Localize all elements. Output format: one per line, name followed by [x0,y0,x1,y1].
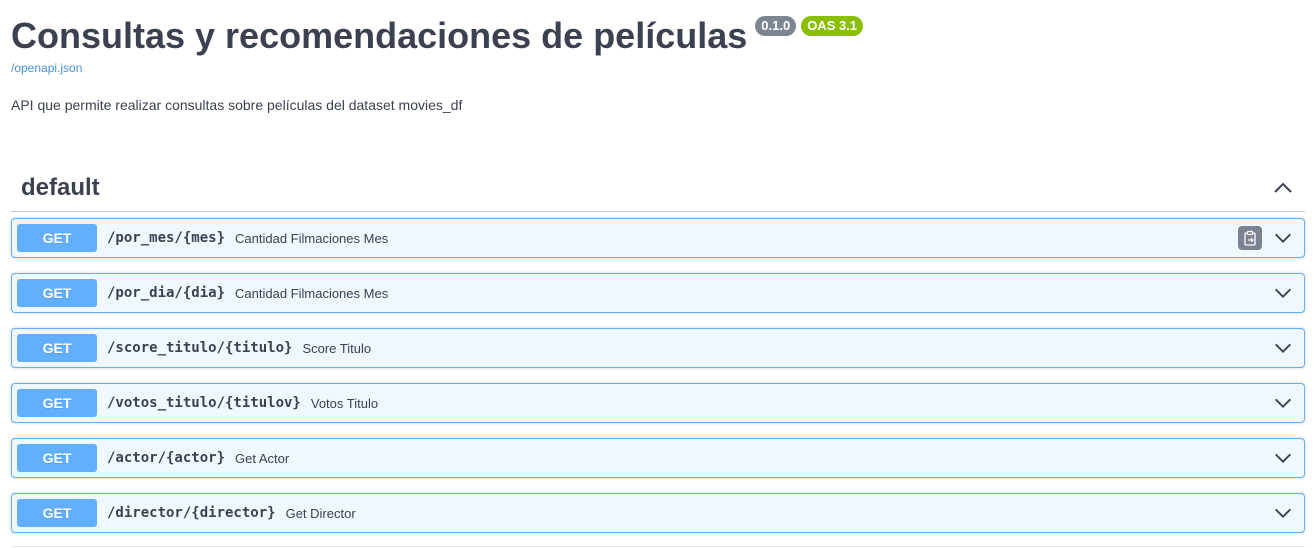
method-badge: GET [17,444,97,472]
tag-section-default: default GET /por_mes/{mes} Cantidad Film… [11,165,1305,548]
chevron-down-icon[interactable] [1272,282,1294,304]
title-row: Consultas y recomendaciones de películas… [11,14,1301,58]
operation-por-mes[interactable]: GET /por_mes/{mes} Cantidad Filmaciones … [11,218,1305,258]
divider [11,546,1305,547]
operation-controls [1272,274,1294,312]
method-badge: GET [17,279,97,307]
operation-controls [1272,439,1294,477]
chevron-up-icon[interactable] [1271,176,1295,200]
chevron-down-icon[interactable] [1272,502,1294,524]
operation-path: /actor/{actor} [107,450,226,466]
operation-path: /por_mes/{mes} [107,230,226,246]
chevron-down-icon[interactable] [1272,392,1294,414]
operation-path: /director/{director} [107,505,276,521]
api-description: API que permite realizar consultas sobre… [11,97,463,113]
chevron-down-icon[interactable] [1272,227,1294,249]
api-info: Consultas y recomendaciones de películas… [11,14,1301,113]
operation-director[interactable]: GET /director/{director} Get Director [11,493,1305,533]
operation-controls [1238,219,1294,257]
operation-controls [1272,384,1294,422]
operation-summary: Score Titulo [302,340,372,356]
clipboard-icon [1244,230,1256,246]
page-title: Consultas y recomendaciones de películas [11,15,748,56]
operation-summary: Votos Titulo [310,395,379,411]
method-badge: GET [17,499,97,527]
operation-votos-titulo[interactable]: GET /votos_titulo/{titulov} Votos Titulo [11,383,1305,423]
oas-badge: OAS 3.1 [801,16,864,36]
version-badge: 0.1.0 [755,16,797,36]
method-badge: GET [17,389,97,417]
operation-controls [1272,494,1294,532]
operation-por-dia[interactable]: GET /por_dia/{dia} Cantidad Filmaciones … [11,273,1305,313]
copy-to-clipboard-button[interactable] [1238,226,1262,250]
operation-path: /por_dia/{dia} [107,285,226,301]
operation-score-titulo[interactable]: GET /score_titulo/{titulo} Score Titulo [11,328,1305,368]
section-title: default [21,174,100,201]
operation-actor[interactable]: GET /actor/{actor} Get Actor [11,438,1305,478]
operation-summary: Get Actor [235,450,290,466]
method-badge: GET [17,224,97,252]
chevron-down-icon[interactable] [1272,337,1294,359]
operation-controls [1272,329,1294,367]
openapi-json-link[interactable]: /openapi.json [11,61,1301,75]
operation-path: /score_titulo/{titulo} [107,340,293,356]
method-badge: GET [17,334,97,362]
operations-list: GET /por_mes/{mes} Cantidad Filmaciones … [11,218,1305,533]
operation-path: /votos_titulo/{titulov} [107,395,301,411]
operation-summary: Cantidad Filmaciones Mes [235,230,389,246]
operation-summary: Get Director [285,505,356,521]
operation-summary: Cantidad Filmaciones Mes [235,285,389,301]
chevron-down-icon[interactable] [1272,447,1294,469]
section-header[interactable]: default [11,165,1305,212]
